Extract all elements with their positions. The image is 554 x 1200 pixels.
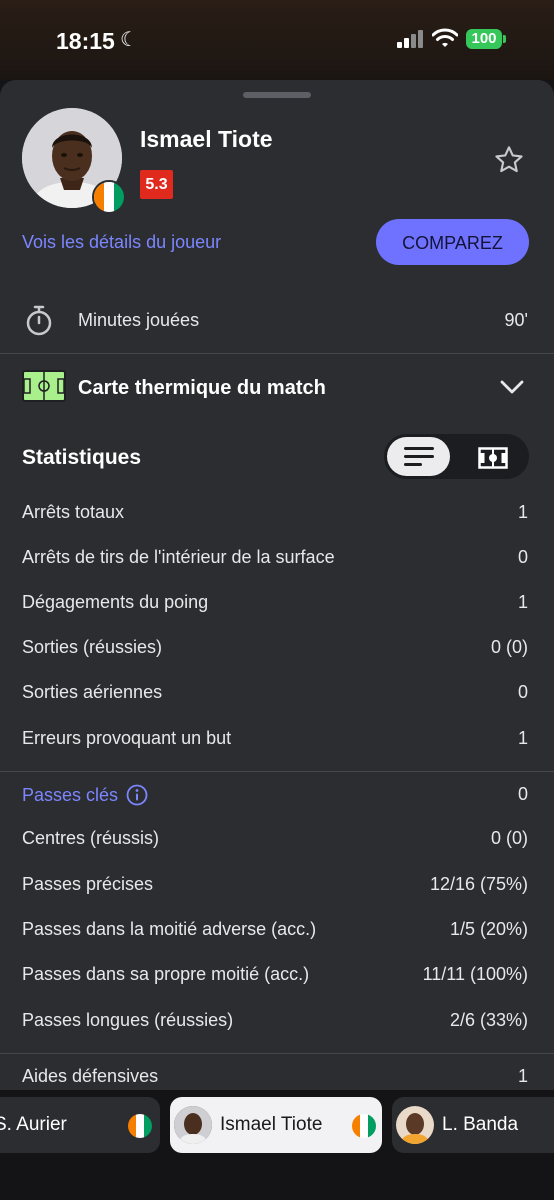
stat-label: Dégagements du poing bbox=[22, 592, 209, 612]
stat-value: 12/16 (75%) bbox=[429, 874, 528, 894]
stat-value: 0 bbox=[517, 547, 528, 567]
battery-indicator: 100 bbox=[466, 29, 506, 49]
stat-row: Passes dans sa propre moitié (acc.) 11/1… bbox=[0, 958, 554, 994]
list-view-icon bbox=[404, 447, 434, 466]
stat-label: Sorties (réussies) bbox=[22, 637, 163, 657]
player-chip-name: S. Aurier bbox=[0, 1114, 67, 1135]
stat-row: Arrêts totaux 1 bbox=[0, 496, 554, 532]
stat-value: 2/6 (33%) bbox=[449, 1010, 528, 1030]
stat-value: 0 (0) bbox=[490, 637, 528, 657]
minutes-played-row: Minutes jouées 90' bbox=[0, 302, 554, 352]
player-chip-active[interactable]: Ismael Tiote bbox=[170, 1097, 382, 1153]
stat-label: Passes dans sa propre moitié (acc.) bbox=[22, 964, 310, 984]
player-chip-avatar bbox=[174, 1106, 212, 1144]
divider bbox=[0, 353, 554, 354]
star-icon[interactable] bbox=[492, 144, 526, 176]
wifi-icon bbox=[432, 28, 458, 47]
stat-row: Passes longues (réussies) 2/6 (33%) bbox=[0, 1004, 554, 1040]
stat-row: Sorties (réussies) 0 (0) bbox=[0, 631, 554, 667]
status-bar: 18:15 ☾ 100 bbox=[0, 0, 554, 80]
stat-label: Passes clés bbox=[22, 784, 119, 805]
stat-row: Arrêts de tirs de l'intérieur de la surf… bbox=[0, 541, 554, 577]
stat-value: 0 bbox=[517, 682, 528, 702]
divider bbox=[0, 1053, 554, 1054]
stat-row: Erreurs provoquant un but 1 bbox=[0, 722, 554, 758]
stat-label: Erreurs provoquant un but bbox=[22, 728, 232, 748]
ivory-coast-flag-icon bbox=[128, 1114, 152, 1138]
moon-icon: ☾ bbox=[120, 29, 138, 51]
stat-label: Sorties aériennes bbox=[22, 682, 163, 702]
view-toggle bbox=[384, 434, 529, 479]
stat-value: 1 bbox=[517, 728, 528, 748]
heatmap-row[interactable]: Carte thermique du match bbox=[0, 363, 554, 413]
stat-label: Centres (réussis) bbox=[22, 828, 160, 848]
statistics-title: Statistiques bbox=[22, 446, 142, 469]
player-chip-name: Ismael Tiote bbox=[220, 1114, 323, 1135]
sheet-drag-handle[interactable] bbox=[243, 92, 311, 98]
player-chip[interactable]: S. Aurier bbox=[0, 1097, 160, 1153]
minutes-label: Minutes jouées bbox=[78, 310, 200, 330]
stat-value: 1 bbox=[517, 1066, 528, 1086]
stat-label: Arrêts totaux bbox=[22, 502, 125, 522]
key-passes-link[interactable]: Passes clés bbox=[22, 784, 148, 806]
stat-value: 1 bbox=[517, 502, 528, 522]
stat-value: 1/5 (20%) bbox=[449, 919, 528, 939]
stat-row: Centres (réussis) 0 (0) bbox=[0, 822, 554, 858]
heatmap-label: Carte thermique du match bbox=[78, 377, 326, 399]
compare-button[interactable]: COMPAREZ bbox=[376, 219, 529, 265]
stat-label: Arrêts de tirs de l'intérieur de la surf… bbox=[22, 547, 335, 567]
stat-row: Passes dans la moitié adverse (acc.) 1/5… bbox=[0, 913, 554, 949]
player-name: Ismael Tiote bbox=[140, 126, 273, 152]
info-icon[interactable] bbox=[126, 784, 148, 806]
player-chip[interactable]: L. Banda bbox=[392, 1097, 554, 1153]
pitch-icon bbox=[22, 370, 66, 402]
stat-label: Passes précises bbox=[22, 874, 154, 894]
divider bbox=[0, 771, 554, 772]
stat-value: 1 bbox=[517, 592, 528, 612]
stat-row: Sorties aériennes 0 bbox=[0, 676, 554, 712]
stat-value: 0 bbox=[517, 784, 528, 804]
stat-row: Passes précises 12/16 (75%) bbox=[0, 868, 554, 904]
list-view-button[interactable] bbox=[387, 437, 450, 476]
stat-row[interactable]: Passes clés 0 bbox=[0, 778, 554, 814]
stat-value: 0 (0) bbox=[490, 828, 528, 848]
chevron-down-icon[interactable] bbox=[500, 379, 524, 395]
stat-label: Aides défensives bbox=[22, 1066, 159, 1086]
stat-row: Dégagements du poing 1 bbox=[0, 586, 554, 622]
player-chip-name: L. Banda bbox=[442, 1114, 519, 1135]
pitch-view-icon[interactable] bbox=[478, 447, 508, 469]
ivory-coast-flag-icon bbox=[352, 1114, 376, 1138]
player-sheet: Ismael Tiote 5.3 Vois les détails du jou… bbox=[0, 80, 554, 1200]
player-rating-badge: 5.3 bbox=[140, 170, 173, 199]
ivory-coast-flag-icon bbox=[92, 180, 126, 214]
stopwatch-icon bbox=[26, 305, 52, 336]
stat-value: 11/11 (100%) bbox=[422, 964, 528, 984]
stat-label: Passes longues (réussies) bbox=[22, 1010, 234, 1030]
player-details-link[interactable]: Vois les détails du joueur bbox=[22, 232, 221, 253]
status-time: 18:15 bbox=[56, 28, 115, 54]
minutes-value: 90' bbox=[504, 310, 528, 330]
player-chip-avatar bbox=[396, 1106, 434, 1144]
signal-icon bbox=[397, 30, 425, 48]
stat-label: Passes dans la moitié adverse (acc.) bbox=[22, 919, 317, 939]
player-switcher-bar: S. Aurier Ismael Tiote L. Banda bbox=[0, 1090, 554, 1200]
